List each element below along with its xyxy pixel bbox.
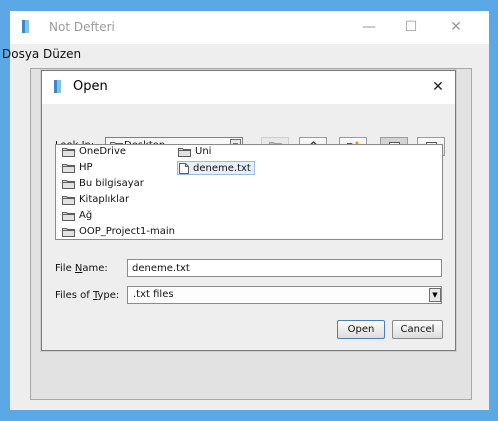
list-item-uni[interactable]: Uni — [178, 146, 211, 157]
dialog-close-button[interactable]: ✕ — [428, 77, 448, 97]
list-item-deneme-txt[interactable]: deneme.txt — [177, 161, 255, 175]
java-cup-icon — [54, 80, 61, 93]
folder-icon — [178, 147, 191, 157]
file-type-combo[interactable]: .txt files ▼ — [127, 286, 442, 304]
file-list[interactable]: OneDrive HP Bu bilgisayar Kitaplıklar Ağ… — [55, 144, 443, 240]
menu-dosya[interactable]: Dosya — [2, 47, 39, 61]
folder-icon — [62, 179, 75, 189]
folder-icon — [62, 195, 75, 205]
close-button[interactable]: ✕ — [444, 16, 468, 38]
file-name-input[interactable] — [127, 259, 442, 277]
minimize-button[interactable]: — — [357, 16, 381, 38]
list-item-onedrive[interactable]: OneDrive — [62, 146, 126, 157]
maximize-icon: ☐ — [404, 19, 418, 35]
dialog-title: Open — [73, 79, 108, 94]
cancel-button[interactable]: Cancel — [392, 320, 443, 339]
list-item-oop-project[interactable]: OOP_Project1-main — [62, 226, 175, 237]
folder-icon — [62, 211, 75, 221]
folder-icon — [62, 163, 75, 173]
file-type-value: .txt files — [133, 289, 174, 300]
list-item-ag[interactable]: Ağ — [62, 210, 92, 221]
file-name-label: File Name: — [55, 263, 108, 274]
list-item-bu-bilgisayar[interactable]: Bu bilgisayar — [62, 178, 144, 189]
maximize-button[interactable]: ☐ — [399, 16, 423, 38]
menu-bar: Dosya Düzen — [2, 44, 489, 65]
file-icon — [179, 162, 189, 174]
file-type-label: Files of Type: — [55, 290, 120, 301]
folder-icon — [62, 227, 75, 237]
list-item-hp[interactable]: HP — [62, 162, 93, 173]
dialog-title-bar[interactable]: Open ✕ — [42, 71, 455, 104]
close-icon: ✕ — [432, 79, 444, 95]
menu-duzen[interactable]: Düzen — [43, 47, 81, 61]
folder-icon — [62, 147, 75, 157]
file-type-dropdown-button[interactable]: ▼ — [429, 288, 441, 302]
open-button[interactable]: Open — [337, 320, 385, 339]
minimize-icon: — — [362, 19, 376, 35]
close-icon: ✕ — [450, 19, 462, 35]
java-cup-icon — [22, 20, 29, 33]
window-title: Not Defteri — [49, 20, 115, 34]
open-dialog: Open ✕ Look In: Desktop ▼ — [41, 70, 456, 351]
chevron-down-icon: ▼ — [432, 291, 438, 299]
window-title-bar[interactable]: Not Defteri — ☐ ✕ — [10, 11, 489, 44]
list-item-kitapliklar[interactable]: Kitaplıklar — [62, 194, 129, 205]
